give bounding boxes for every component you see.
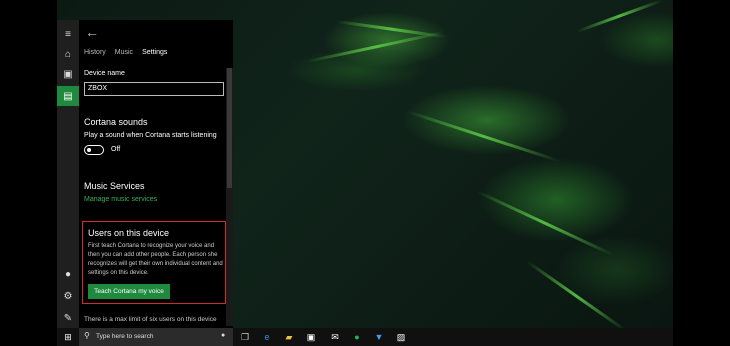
store-icon[interactable]: ▣ <box>305 331 317 343</box>
hamburger-icon[interactable]: ≡ <box>57 24 79 44</box>
device-name-label: Device name <box>84 70 125 77</box>
search-icon: ⚲ <box>84 331 90 340</box>
edge-icon[interactable]: e <box>261 331 273 343</box>
max-users-note: There is a max limit of six users on thi… <box>84 316 217 323</box>
cortana-settings-panel: ← History Music Settings Device name ZBO… <box>79 20 233 328</box>
cortana-sounds-heading: Cortana sounds <box>84 117 148 127</box>
toggle-state-label: Off <box>111 146 121 153</box>
tab-history[interactable]: History <box>84 49 106 56</box>
desktop-screen: ≡ ⌂ ▣ ▤ ● ⚙ ✎ ← History Music Settings D… <box>57 0 673 346</box>
letterbox-left <box>0 0 57 346</box>
gear-icon[interactable]: ⚙ <box>57 286 79 306</box>
search-placeholder: Type here to search <box>96 333 154 340</box>
manage-music-services-link[interactable]: Manage music services <box>84 196 157 203</box>
teach-cortana-voice-button[interactable]: Teach Cortana my voice <box>88 284 170 299</box>
file-explorer-icon[interactable]: ▰ <box>283 331 295 343</box>
cortana-sounds-toggle[interactable] <box>84 145 104 155</box>
cortana-nav-rail: ≡ ⌂ ▣ ▤ ● ⚙ ✎ <box>57 20 79 328</box>
task-view-icon[interactable]: ❐ <box>239 331 251 343</box>
users-description: First teach Cortana to recognize your vo… <box>88 243 223 276</box>
bookmark-app-icon[interactable]: ▼ <box>373 331 385 343</box>
microphone-icon[interactable]: ● <box>221 332 225 339</box>
tab-settings[interactable]: Settings <box>142 49 167 56</box>
toggle-knob <box>87 148 91 152</box>
letterbox-right <box>673 0 730 346</box>
scrollbar-thumb[interactable] <box>227 68 232 188</box>
notebook-icon[interactable]: ▣ <box>57 64 79 84</box>
panel-scrollbar[interactable] <box>226 68 233 326</box>
users-heading: Users on this device <box>88 228 170 238</box>
music-services-heading: Music Services <box>84 181 145 191</box>
devices-icon[interactable]: ▤ <box>57 86 79 106</box>
home-icon[interactable]: ⌂ <box>57 44 79 64</box>
back-arrow-icon[interactable]: ← <box>85 24 99 40</box>
spotify-icon[interactable]: ● <box>351 331 363 343</box>
mail-icon[interactable]: ✉ <box>329 331 341 343</box>
microphone-icon[interactable]: ● <box>57 264 79 284</box>
feedback-icon[interactable]: ✎ <box>57 308 79 328</box>
tab-music[interactable]: Music <box>115 49 133 56</box>
photos-icon[interactable]: ▨ <box>395 331 407 343</box>
taskbar: ⊞ ⚲ Type here to search ● ❐ e ▰ ▣ ✉ ● ▼ … <box>57 328 673 346</box>
users-on-device-section: Users on this device First teach Cortana… <box>82 221 226 304</box>
device-name-input[interactable]: ZBOX <box>84 82 224 96</box>
taskbar-search-box[interactable]: ⚲ Type here to search ● <box>79 328 233 346</box>
cortana-sounds-description: Play a sound when Cortana starts listeni… <box>84 132 217 139</box>
windows-start-icon[interactable]: ⊞ <box>57 328 79 346</box>
tab-strip: History Music Settings <box>84 49 167 56</box>
